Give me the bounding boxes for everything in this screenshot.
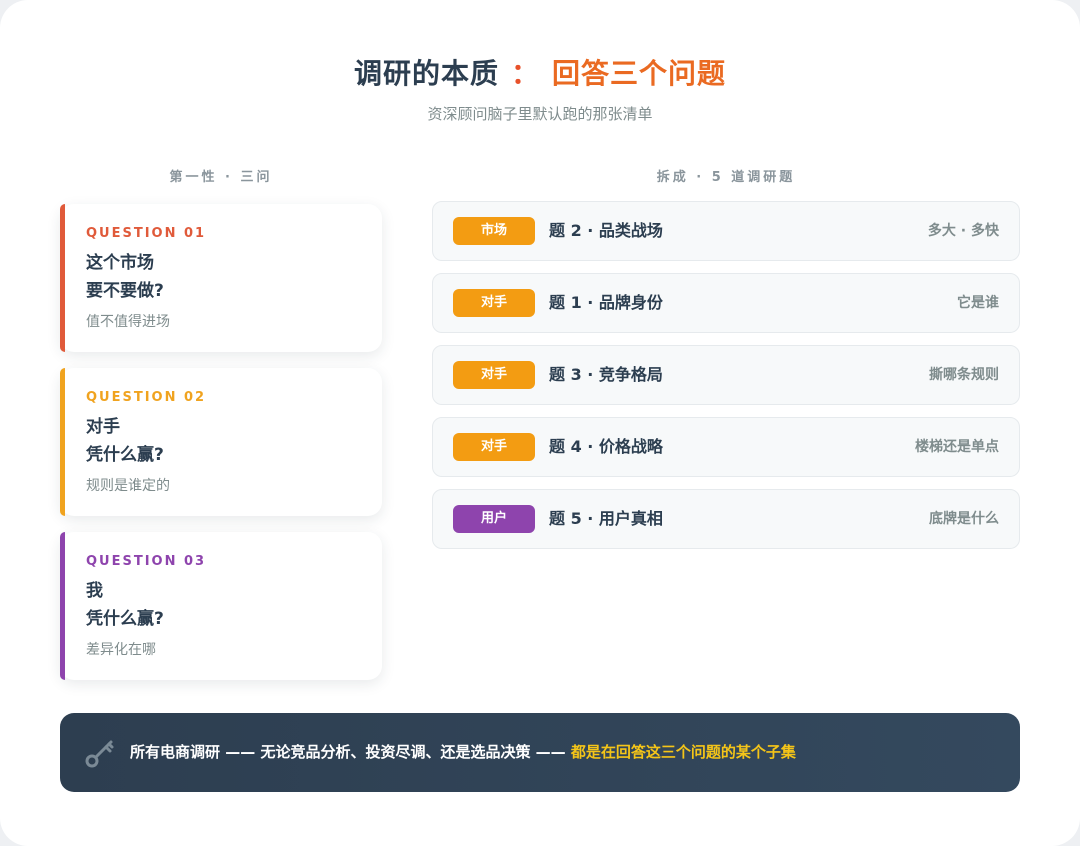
- question-line-1: 对手: [86, 417, 120, 437]
- page-title: 调研的本质 ： 回答三个问题: [0, 52, 1080, 92]
- title-separator: ：: [510, 57, 540, 90]
- question-tag: QUESTION 01: [86, 226, 207, 241]
- topic-title: 题 1 · 品牌身份: [549, 293, 663, 312]
- topic-note: 它是谁: [957, 295, 999, 311]
- category-badge: 用户: [453, 505, 535, 533]
- topic-row-5: 用户 题 5 · 用户真相 底牌是什么: [432, 489, 1020, 549]
- page-subtitle: 资深顾问脑子里默认跑的那张清单: [427, 105, 653, 123]
- question-line-1: 这个市场: [86, 253, 154, 273]
- question-card-1: QUESTION 01 这个市场 要不要做? 值不值得进场: [60, 204, 382, 352]
- main-card: 调研的本质 ： 回答三个问题 资深顾问脑子里默认跑的那张清单 第一性 · 三问 拆成…: [0, 0, 1080, 846]
- key-icon: [85, 740, 114, 768]
- summary-main: 所有电商调研 —— 无论竞品分析、投资尽调、还是选品决策 ——: [130, 743, 571, 761]
- question-text: 对手 凭什么赢?: [86, 413, 382, 469]
- topic-title: 题 3 · 竞争格局: [549, 365, 663, 384]
- question-card-3: QUESTION 03 我 凭什么赢? 差异化在哪: [60, 532, 382, 680]
- right-column-heading: 拆成 · 5 道调研题: [656, 170, 796, 185]
- question-text: 这个市场 要不要做?: [86, 249, 382, 305]
- topic-note: 撕哪条规则: [929, 367, 999, 383]
- question-subtext: 规则是谁定的: [86, 478, 170, 494]
- category-badge: 市场: [453, 217, 535, 245]
- topic-title: 题 2 · 品类战场: [549, 221, 663, 240]
- category-badge: 对手: [453, 433, 535, 461]
- question-tag: QUESTION 03: [86, 554, 207, 569]
- question-accent-bar: [60, 532, 65, 680]
- topic-title: 题 4 · 价格战略: [549, 437, 663, 456]
- title-main: 调研的本质: [353, 57, 499, 90]
- topic-note: 底牌是什么: [929, 511, 999, 527]
- question-accent-bar: [60, 204, 65, 352]
- category-badge: 对手: [453, 289, 535, 317]
- question-line-2: 凭什么赢?: [86, 609, 164, 629]
- topic-row-3: 对手 题 3 · 竞争格局 撕哪条规则: [432, 345, 1020, 405]
- summary-banner: 所有电商调研 —— 无论竞品分析、投资尽调、还是选品决策 —— 都是在回答这三个…: [60, 713, 1020, 792]
- category-badge: 对手: [453, 361, 535, 389]
- question-text: 我 凭什么赢?: [86, 577, 382, 633]
- topic-row-4: 对手 题 4 · 价格战略 楼梯还是单点: [432, 417, 1020, 477]
- question-subtext: 差异化在哪: [86, 642, 156, 658]
- summary-text: 所有电商调研 —— 无论竞品分析、投资尽调、还是选品决策 —— 都是在回答这三个…: [130, 713, 796, 792]
- question-tag: QUESTION 02: [86, 390, 207, 405]
- question-subtext: 值不值得进场: [86, 314, 170, 330]
- topic-row-2: 对手 题 1 · 品牌身份 它是谁: [432, 273, 1020, 333]
- topic-note: 多大 · 多快: [927, 223, 999, 239]
- question-line-2: 要不要做?: [86, 281, 164, 301]
- topic-note: 楼梯还是单点: [915, 439, 999, 455]
- question-line-2: 凭什么赢?: [86, 445, 164, 465]
- topic-title: 题 5 · 用户真相: [549, 509, 663, 528]
- question-card-2: QUESTION 02 对手 凭什么赢? 规则是谁定的: [60, 368, 382, 516]
- left-column-heading: 第一性 · 三问: [169, 170, 273, 185]
- question-accent-bar: [60, 368, 65, 516]
- title-accent: 回答三个问题: [552, 57, 727, 90]
- summary-highlight: 都是在回答这三个问题的某个子集: [570, 743, 796, 761]
- question-line-1: 我: [86, 581, 103, 601]
- topic-row-1: 市场 题 2 · 品类战场 多大 · 多快: [432, 201, 1020, 261]
